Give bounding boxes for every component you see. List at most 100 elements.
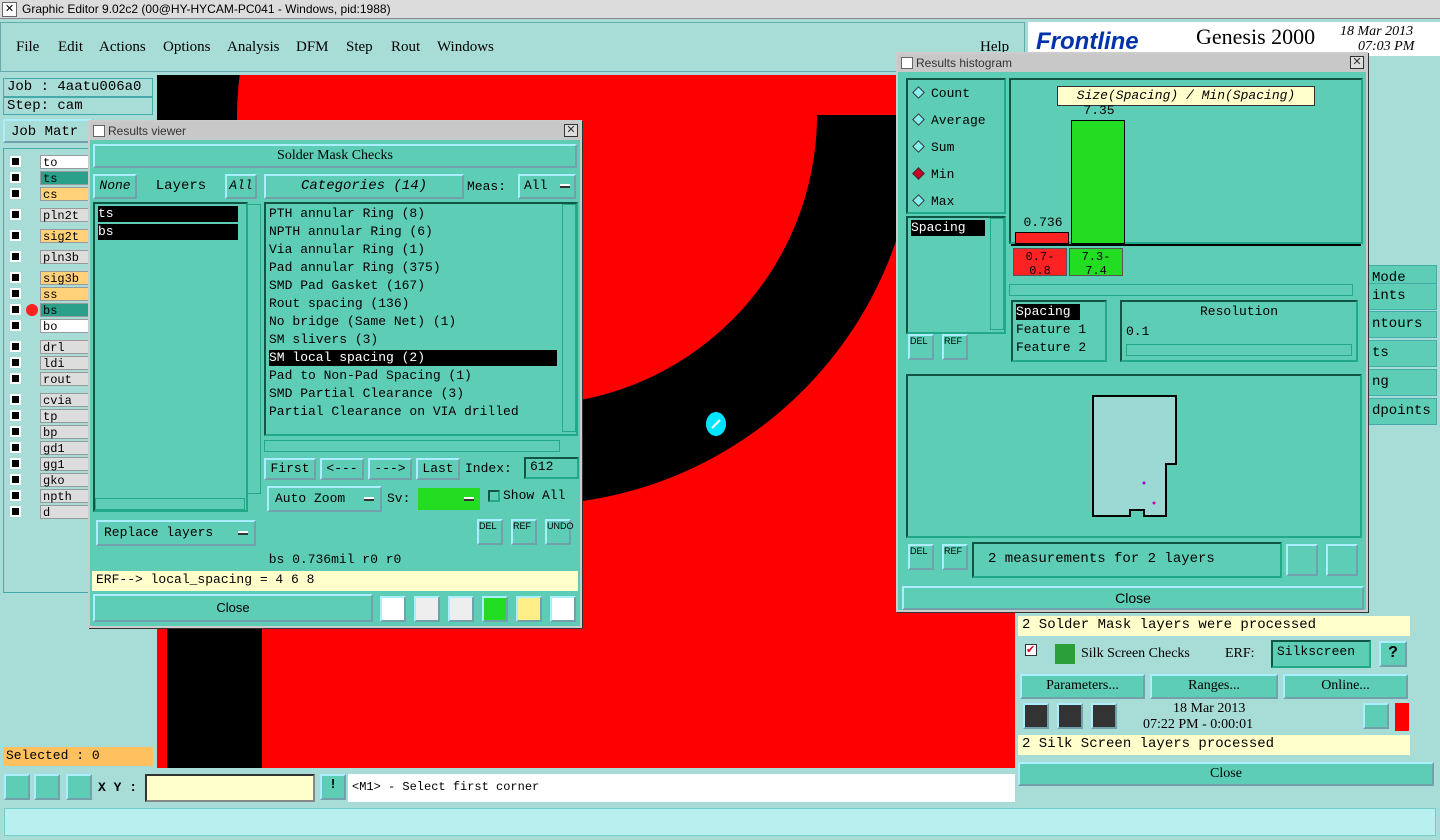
layer-row[interactable]: cs (6, 187, 90, 202)
layer-checkbox[interactable] (10, 490, 21, 501)
run-marked-icon[interactable] (1091, 703, 1117, 729)
menu-edit[interactable]: Edit (58, 39, 83, 56)
layer-checkbox[interactable] (10, 474, 21, 485)
replace-layers-dropdown[interactable]: Replace layers (96, 520, 256, 546)
export-icon[interactable] (1286, 544, 1318, 576)
horizontal-scrollbar[interactable] (95, 498, 245, 510)
vertical-scrollbar[interactable] (247, 204, 261, 494)
layer-name[interactable]: gg1 (40, 457, 90, 472)
layer-name[interactable]: bo (40, 319, 90, 334)
sv-color-dropdown[interactable] (415, 485, 483, 513)
mode-radio-count[interactable]: Count (912, 86, 970, 101)
layer-name[interactable]: pln3b (40, 250, 90, 265)
checklist-item[interactable]: ts (1365, 340, 1437, 367)
categories-button[interactable]: Categories (14) (264, 174, 464, 199)
list-item[interactable]: No bridge (Same Net) (1) (269, 314, 557, 330)
number-icon[interactable] (482, 596, 508, 622)
layer-checkbox[interactable] (10, 272, 21, 283)
measure-icon[interactable] (4, 774, 30, 800)
layer-row[interactable]: tp (6, 409, 90, 424)
layer-checkbox[interactable] (10, 172, 21, 183)
menu-actions[interactable]: Actions (99, 39, 146, 56)
layer-row[interactable]: pln2t (6, 208, 90, 223)
layer-name[interactable]: pln2t (40, 208, 90, 223)
hist-ref-button[interactable]: REF (942, 334, 968, 360)
command-line[interactable] (4, 808, 1436, 836)
silk-checkbox[interactable]: ✔ (1025, 644, 1037, 656)
checklist-item[interactable]: ntours (1365, 311, 1437, 338)
layer-row[interactable]: pln3b (6, 250, 90, 265)
layer-name[interactable]: rout (40, 372, 90, 387)
list-item[interactable]: Pad annular Ring (375) (269, 260, 557, 276)
layer-name[interactable]: cs (40, 187, 90, 202)
preview-del-button[interactable]: DEL (908, 544, 934, 570)
layer-row[interactable]: cvia (6, 393, 90, 408)
layer-row[interactable]: sig3b (6, 271, 90, 286)
list-item[interactable]: Partial Clearance on VIA drilled (269, 404, 557, 420)
layer-name[interactable]: sig2t (40, 229, 90, 244)
checklist-item[interactable]: ints (1365, 283, 1437, 310)
layer-checkbox[interactable] (10, 156, 21, 167)
list-item[interactable]: SMD Pad Gasket (167) (269, 278, 557, 294)
mode-radio-sum[interactable]: Sum (912, 140, 954, 155)
ranges-button[interactable]: Ranges... (1150, 674, 1278, 699)
list-item[interactable]: Spacing (1016, 304, 1080, 320)
layer-checkbox[interactable] (10, 230, 21, 241)
histogram-bar[interactable] (1015, 232, 1069, 244)
histogram-icon[interactable] (550, 596, 576, 622)
zoom-icon[interactable] (1363, 703, 1389, 729)
layer-name[interactable]: to (40, 155, 90, 170)
del-button[interactable]: DEL (477, 519, 503, 545)
hist-del-button[interactable]: DEL (908, 334, 934, 360)
layer-checkbox[interactable] (10, 188, 21, 199)
category-list[interactable]: PTH annular Ring (8) NPTH annular Ring (6… (264, 202, 578, 436)
layer-row[interactable]: ts (6, 171, 90, 186)
layer-row[interactable]: bp (6, 425, 90, 440)
list-item[interactable]: Pad to Non-Pad Spacing (1) (269, 368, 557, 384)
close-button[interactable]: Close (93, 594, 373, 622)
list-item[interactable]: Via annular Ring (1) (269, 242, 557, 258)
auto-zoom-dropdown[interactable]: Auto Zoom (267, 486, 382, 512)
close-icon[interactable]: ✕ (564, 124, 578, 137)
index-input[interactable]: 612 (524, 457, 579, 479)
menu-step[interactable]: Step (346, 39, 373, 56)
list-item[interactable]: Feature 1 (1016, 322, 1086, 338)
angle-icon[interactable] (34, 774, 60, 800)
mode-radio-min[interactable]: Min (912, 167, 954, 182)
layer-name[interactable]: bp (40, 425, 90, 440)
show-all-checkbox[interactable] (488, 490, 500, 502)
grid-icon[interactable] (66, 774, 92, 800)
erf-input[interactable]: Silkscreen (1271, 640, 1371, 668)
mode-radio-max[interactable]: Max (912, 194, 954, 209)
layer-checkbox[interactable] (10, 458, 21, 469)
layer-row[interactable]: bs (6, 303, 90, 318)
layer-name[interactable]: gko (40, 473, 90, 488)
layer-checkbox[interactable] (10, 410, 21, 421)
list-item[interactable]: bs (98, 224, 238, 240)
layer-row[interactable]: sig2t (6, 229, 90, 244)
layer-row[interactable]: gd1 (6, 441, 90, 456)
online-button[interactable]: Online... (1283, 674, 1408, 699)
parameters-button[interactable]: Parameters... (1020, 674, 1145, 699)
notes-icon[interactable] (516, 596, 542, 622)
resolution-slider[interactable] (1126, 344, 1352, 356)
layer-row[interactable]: drl (6, 340, 90, 355)
first-button[interactable]: First (264, 458, 316, 480)
list-item[interactable]: SM local spacing (2) (269, 350, 557, 366)
layer-row[interactable]: npth (6, 489, 90, 504)
list-item[interactable]: Feature 2 (1016, 340, 1086, 356)
layer-checkbox[interactable] (10, 209, 21, 220)
layer-results-list[interactable]: ts bs (93, 202, 261, 512)
xy-input[interactable] (145, 774, 315, 802)
layer-checkbox[interactable] (10, 506, 21, 517)
run-all-icon[interactable] (1057, 703, 1083, 729)
menu-options[interactable]: Options (163, 39, 211, 56)
layer-checkbox[interactable] (10, 394, 21, 405)
list-item[interactable]: NPTH annular Ring (6) (269, 224, 557, 240)
layer-row[interactable]: rout (6, 372, 90, 387)
layer-name[interactable]: d (40, 505, 90, 520)
prev-button[interactable]: <--- (320, 458, 364, 480)
layer-row[interactable]: gg1 (6, 457, 90, 472)
menu-dfm[interactable]: DFM (296, 39, 329, 56)
list-item[interactable]: SMD Partial Clearance (3) (269, 386, 557, 402)
